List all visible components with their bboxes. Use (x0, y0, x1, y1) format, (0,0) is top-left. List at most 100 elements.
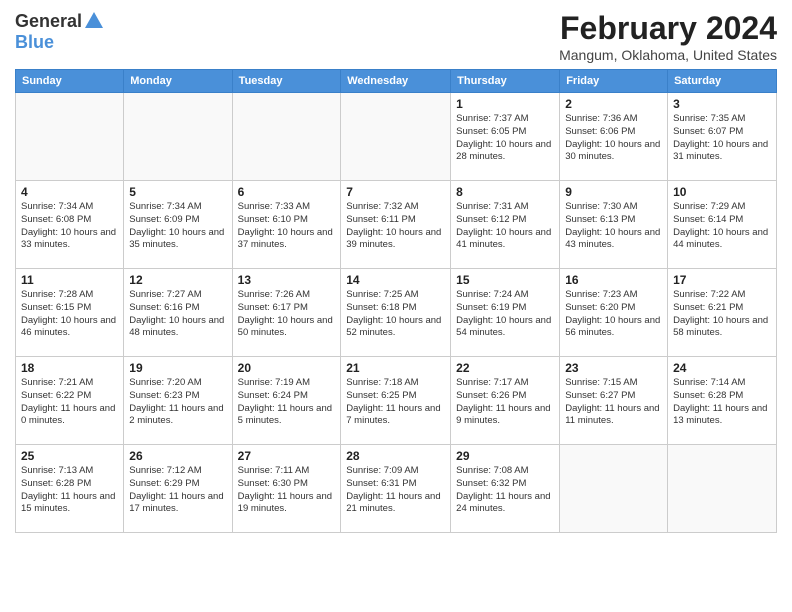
day-number: 26 (129, 449, 226, 463)
calendar-week-1: 1Sunrise: 7:37 AMSunset: 6:05 PMDaylight… (16, 93, 777, 181)
calendar-cell: 12 Sunrise: 7:27 AMSunset: 6:16 PMDayligh… (124, 269, 232, 357)
day-number: 2 (565, 97, 662, 111)
day-info: Sunrise: 7:09 AMSunset: 6:31 PMDaylight:… (346, 465, 445, 516)
day-number: 15 (456, 273, 554, 287)
day-header-wednesday: Wednesday (341, 70, 451, 93)
day-number: 9 (565, 185, 662, 199)
logo-icon (83, 10, 105, 32)
day-info: Sunrise: 7:14 AMSunset: 6:28 PMDaylight:… (673, 377, 771, 428)
day-info: Sunrise: 7:32 AMSunset: 6:11 PMDaylight:… (346, 201, 445, 252)
calendar: SundayMondayTuesdayWednesdayThursdayFrid… (15, 69, 777, 533)
calendar-header-row: SundayMondayTuesdayWednesdayThursdayFrid… (16, 70, 777, 93)
day-info: Sunrise: 7:17 AMSunset: 6:26 PMDaylight:… (456, 377, 554, 428)
day-number: 7 (346, 185, 445, 199)
day-info: Sunrise: 7:22 AMSunset: 6:21 PMDaylight:… (673, 289, 771, 340)
calendar-cell: 14Sunrise: 7:25 AMSunset: 6:18 PMDayligh… (341, 269, 451, 357)
day-info: Sunrise: 7:18 AMSunset: 6:25 PMDaylight:… (346, 377, 445, 428)
calendar-cell: 9 Sunrise: 7:30 AMSunset: 6:13 PMDaylight… (560, 181, 668, 269)
day-number: 29 (456, 449, 554, 463)
day-info: Sunrise: 7:31 AMSunset: 6:12 PMDaylight:… (456, 201, 554, 252)
day-info: Sunrise: 7:36 AMSunset: 6:06 PMDaylight:… (565, 113, 662, 164)
day-info: Sunrise: 7:28 AMSunset: 6:15 PMDaylight:… (21, 289, 118, 340)
day-number: 28 (346, 449, 445, 463)
day-info: Sunrise: 7:20 AMSunset: 6:23 PMDaylight:… (129, 377, 226, 428)
day-number: 14 (346, 273, 445, 287)
day-number: 8 (456, 185, 554, 199)
calendar-cell: 8 Sunrise: 7:31 AMSunset: 6:12 PMDaylight… (451, 181, 560, 269)
day-info: Sunrise: 7:11 AMSunset: 6:30 PMDaylight:… (238, 465, 336, 516)
calendar-cell: 25 Sunrise: 7:13 AMSunset: 6:28 PMDayligh… (16, 445, 124, 533)
calendar-cell: 3 Sunrise: 7:35 AMSunset: 6:07 PMDaylight… (668, 93, 777, 181)
day-number: 18 (21, 361, 118, 375)
calendar-cell: 18Sunrise: 7:21 AMSunset: 6:22 PMDayligh… (16, 357, 124, 445)
logo: General Blue (15, 10, 106, 53)
day-number: 25 (21, 449, 118, 463)
day-header-monday: Monday (124, 70, 232, 93)
calendar-cell (232, 93, 341, 181)
day-header-thursday: Thursday (451, 70, 560, 93)
day-number: 23 (565, 361, 662, 375)
title-area: February 2024 Mangum, Oklahoma, United S… (559, 10, 777, 63)
calendar-cell: 2 Sunrise: 7:36 AMSunset: 6:06 PMDaylight… (560, 93, 668, 181)
day-header-saturday: Saturday (668, 70, 777, 93)
calendar-cell: 13Sunrise: 7:26 AMSunset: 6:17 PMDayligh… (232, 269, 341, 357)
day-header-sunday: Sunday (16, 70, 124, 93)
calendar-cell: 4 Sunrise: 7:34 AMSunset: 6:08 PMDaylight… (16, 181, 124, 269)
calendar-cell (124, 93, 232, 181)
calendar-week-5: 25 Sunrise: 7:13 AMSunset: 6:28 PMDayligh… (16, 445, 777, 533)
calendar-cell: 29 Sunrise: 7:08 AMSunset: 6:32 PMDayligh… (451, 445, 560, 533)
day-number: 19 (129, 361, 226, 375)
day-info: Sunrise: 7:30 AMSunset: 6:13 PMDaylight:… (565, 201, 662, 252)
calendar-cell: 21 Sunrise: 7:18 AMSunset: 6:25 PMDayligh… (341, 357, 451, 445)
calendar-cell: 28 Sunrise: 7:09 AMSunset: 6:31 PMDayligh… (341, 445, 451, 533)
calendar-cell: 19 Sunrise: 7:20 AMSunset: 6:23 PMDayligh… (124, 357, 232, 445)
calendar-cell: 6 Sunrise: 7:33 AMSunset: 6:10 PMDaylight… (232, 181, 341, 269)
day-info: Sunrise: 7:13 AMSunset: 6:28 PMDaylight:… (21, 465, 118, 516)
page-subtitle: Mangum, Oklahoma, United States (559, 47, 777, 63)
day-info: Sunrise: 7:26 AMSunset: 6:17 PMDaylight:… (238, 289, 336, 340)
calendar-cell (341, 93, 451, 181)
page: General Blue February 2024 Mangum, Oklah… (0, 0, 792, 543)
day-info: Sunrise: 7:34 AMSunset: 6:08 PMDaylight:… (21, 201, 118, 252)
day-number: 12 (129, 273, 226, 287)
calendar-cell: 16Sunrise: 7:23 AMSunset: 6:20 PMDayligh… (560, 269, 668, 357)
day-info: Sunrise: 7:35 AMSunset: 6:07 PMDaylight:… (673, 113, 771, 164)
calendar-cell (16, 93, 124, 181)
day-number: 4 (21, 185, 118, 199)
calendar-cell: 1Sunrise: 7:37 AMSunset: 6:05 PMDaylight… (451, 93, 560, 181)
calendar-week-4: 18Sunrise: 7:21 AMSunset: 6:22 PMDayligh… (16, 357, 777, 445)
calendar-cell (560, 445, 668, 533)
day-number: 3 (673, 97, 771, 111)
day-number: 6 (238, 185, 336, 199)
header: General Blue February 2024 Mangum, Oklah… (15, 10, 777, 63)
calendar-cell: 20Sunrise: 7:19 AMSunset: 6:24 PMDayligh… (232, 357, 341, 445)
day-info: Sunrise: 7:27 AMSunset: 6:16 PMDaylight:… (129, 289, 226, 340)
day-number: 11 (21, 273, 118, 287)
calendar-cell: 11 Sunrise: 7:28 AMSunset: 6:15 PMDayligh… (16, 269, 124, 357)
calendar-week-2: 4 Sunrise: 7:34 AMSunset: 6:08 PMDaylight… (16, 181, 777, 269)
logo-blue: Blue (15, 32, 54, 52)
day-number: 21 (346, 361, 445, 375)
day-number: 10 (673, 185, 771, 199)
day-number: 17 (673, 273, 771, 287)
calendar-cell: 17 Sunrise: 7:22 AMSunset: 6:21 PMDayligh… (668, 269, 777, 357)
day-header-friday: Friday (560, 70, 668, 93)
page-title: February 2024 (559, 10, 777, 47)
day-info: Sunrise: 7:34 AMSunset: 6:09 PMDaylight:… (129, 201, 226, 252)
day-number: 27 (238, 449, 336, 463)
calendar-cell: 23 Sunrise: 7:15 AMSunset: 6:27 PMDayligh… (560, 357, 668, 445)
day-number: 20 (238, 361, 336, 375)
logo-general: General (15, 11, 82, 32)
calendar-cell: 26Sunrise: 7:12 AMSunset: 6:29 PMDayligh… (124, 445, 232, 533)
calendar-cell: 24 Sunrise: 7:14 AMSunset: 6:28 PMDayligh… (668, 357, 777, 445)
day-info: Sunrise: 7:08 AMSunset: 6:32 PMDaylight:… (456, 465, 554, 516)
calendar-cell: 15Sunrise: 7:24 AMSunset: 6:19 PMDayligh… (451, 269, 560, 357)
day-info: Sunrise: 7:15 AMSunset: 6:27 PMDaylight:… (565, 377, 662, 428)
day-info: Sunrise: 7:33 AMSunset: 6:10 PMDaylight:… (238, 201, 336, 252)
day-info: Sunrise: 7:37 AMSunset: 6:05 PMDaylight:… (456, 113, 554, 164)
day-header-tuesday: Tuesday (232, 70, 341, 93)
calendar-cell: 22Sunrise: 7:17 AMSunset: 6:26 PMDayligh… (451, 357, 560, 445)
day-number: 16 (565, 273, 662, 287)
calendar-week-3: 11 Sunrise: 7:28 AMSunset: 6:15 PMDayligh… (16, 269, 777, 357)
day-number: 24 (673, 361, 771, 375)
